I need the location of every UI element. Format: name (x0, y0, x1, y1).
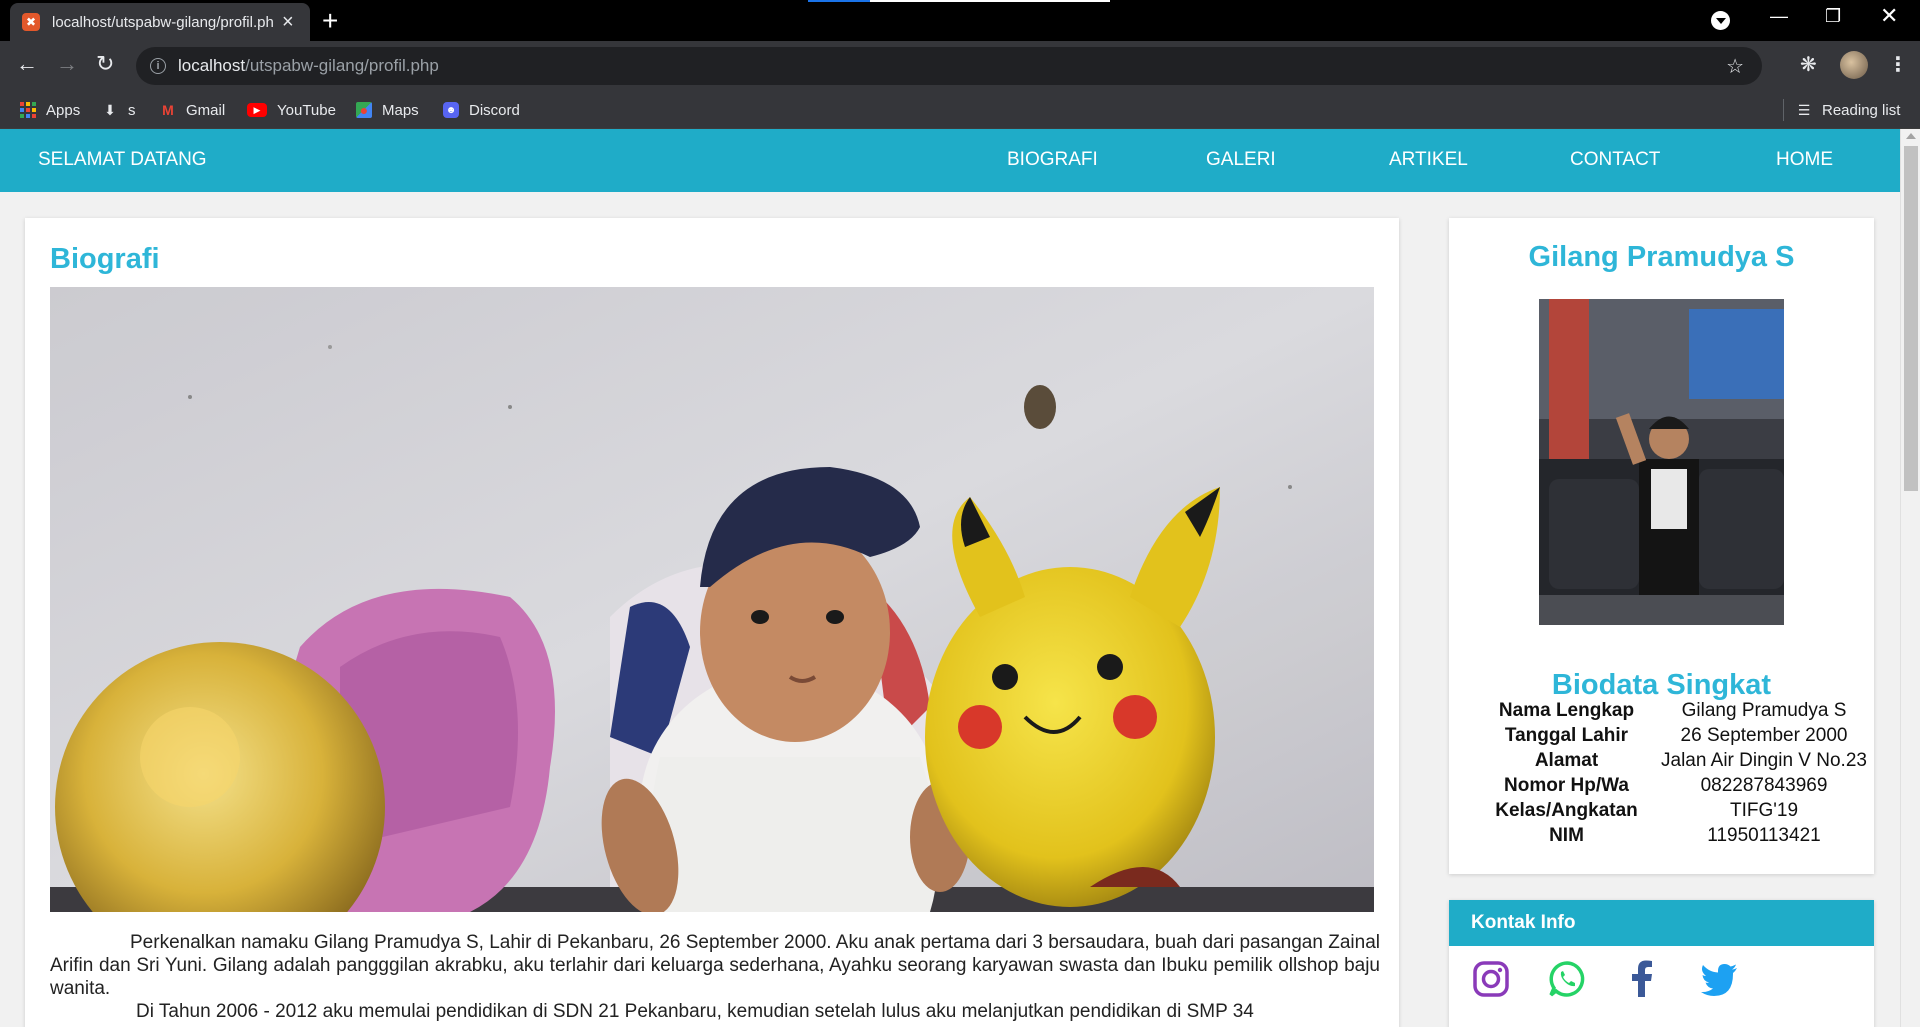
scrollbar-thumb[interactable] (1904, 146, 1918, 491)
twitter-icon[interactable] (1699, 959, 1739, 999)
biodata-label: Nomor Hp/Wa (1504, 774, 1629, 796)
bookmark-label: Apps (46, 101, 81, 119)
bookmark-label: s (128, 101, 136, 119)
page-scrollbar[interactable] (1900, 129, 1920, 1027)
biodata-value: TIFG'19 (1729, 799, 1799, 821)
profile-avatar[interactable] (1840, 51, 1868, 79)
restore-icon[interactable]: ❐ (1825, 6, 1841, 27)
close-window-icon[interactable]: ✕ (1880, 3, 1898, 29)
bookmark-youtube[interactable]: ▶ YouTube (247, 91, 336, 129)
biodata-value: Gilang Pramudya S (1681, 699, 1847, 721)
browser-toolbar: ← → ↻ i localhost /utspabw-gilang/profil… (0, 41, 1920, 91)
bookmark-label: Maps (382, 101, 419, 119)
extensions-icon[interactable]: ❋ (1800, 52, 1817, 77)
url-host: localhost (178, 56, 246, 75)
maps-icon: ● (356, 102, 372, 118)
bookmark-gmail[interactable]: M Gmail (160, 91, 225, 129)
download-icon: ⬇ (104, 101, 116, 118)
forward-icon[interactable]: → (56, 51, 78, 77)
biodata-value: Jalan Air Dingin V No.23 (1661, 749, 1867, 771)
tab-search-icon[interactable] (1711, 11, 1730, 30)
bookmark-discord[interactable]: ☻ Discord (443, 91, 520, 129)
menu-icon[interactable]: ⋮ (1888, 52, 1908, 77)
back-icon[interactable]: ← (16, 51, 38, 77)
tab-title: localhost/utspabw-gilang/profil.php (52, 13, 274, 31)
web-page: SELAMAT DATANG BIOGRAFI GALERI ARTIKEL C… (0, 129, 1920, 1027)
bookmark-apps[interactable]: Apps (20, 91, 80, 129)
biodata-row: Tanggal Lahir 26 September 2000 (1449, 723, 1874, 748)
contact-heading: Kontak Info (1449, 900, 1874, 946)
site-navbar: SELAMAT DATANG BIOGRAFI GALERI ARTIKEL C… (0, 129, 1900, 192)
address-bar[interactable]: i localhost /utspabw-gilang/profil.php ☆ (136, 47, 1762, 85)
biography-paragraph: Perkenalkan namaku Gilang Pramudya S, La… (50, 932, 1380, 999)
childhood-photo-illustration (50, 287, 1374, 912)
whatsapp-icon[interactable] (1547, 959, 1587, 999)
bookmark-star-icon[interactable]: ☆ (1726, 54, 1744, 79)
browser-tab[interactable]: ✖ localhost/utspabw-gilang/profil.php × (10, 3, 310, 41)
facebook-icon[interactable] (1623, 959, 1663, 999)
biodata-label: Kelas/Angkatan (1495, 799, 1638, 821)
xampp-favicon-icon: ✖ (22, 13, 40, 31)
biography-heading: Biografi (50, 243, 160, 275)
nav-link-biografi[interactable]: BIOGRAFI (1007, 149, 1098, 171)
discord-icon: ☻ (443, 102, 459, 118)
reload-icon[interactable]: ↻ (96, 51, 114, 77)
url-path: /utspabw-gilang/profil.php (245, 56, 439, 75)
bookmarks-bar: Apps ⬇ s M Gmail ▶ YouTube ● Maps ☻ Disc… (0, 91, 1920, 129)
reading-list-label: Reading list (1822, 101, 1901, 119)
childhood-photo (50, 287, 1374, 912)
bookmark-label: Discord (469, 101, 520, 119)
nav-link-home[interactable]: HOME (1776, 149, 1833, 171)
reading-list-icon: ☰ (1797, 101, 1811, 118)
biography-paragraph: Di Tahun 2006 - 2012 aku memulai pendidi… (136, 1001, 1254, 1022)
profile-name: Gilang Pramudya S (1528, 241, 1795, 273)
biodata-label: NIM (1549, 824, 1584, 846)
reading-list-button[interactable]: ☰ Reading list (1783, 99, 1900, 121)
bookmark-s[interactable]: ⬇ s (102, 91, 136, 129)
biodata-row: Kelas/Angkatan TIFG'19 (1449, 798, 1874, 823)
contact-card: Kontak Info (1449, 900, 1874, 1027)
bookmark-maps[interactable]: ● Maps (356, 91, 419, 129)
new-tab-icon[interactable]: + (322, 5, 338, 37)
biography-card: Biografi Perkenalkan namaku Gilang Pramu… (25, 218, 1399, 1027)
apps-grid-icon (20, 102, 36, 118)
profile-photo (1539, 299, 1784, 625)
biodata-value: 11950113421 (1707, 824, 1821, 846)
browser-tab-bar: ✖ localhost/utspabw-gilang/profil.php × … (0, 0, 1920, 41)
gmail-icon: M (162, 102, 174, 118)
biodata-label: Tanggal Lahir (1504, 724, 1629, 746)
instagram-icon[interactable] (1471, 959, 1511, 999)
biodata-row: Nama Lengkap Gilang Pramudya S (1449, 698, 1874, 723)
biodata-value: 26 September 2000 (1680, 724, 1848, 746)
minimize-icon[interactable]: — (1770, 6, 1788, 27)
bookmark-label: Gmail (186, 101, 226, 119)
nav-link-contact[interactable]: CONTACT (1570, 149, 1660, 171)
bookmark-label: YouTube (277, 101, 336, 119)
biography-text: Perkenalkan namaku Gilang Pramudya S, La… (50, 931, 1380, 1023)
profile-photo-illustration (1539, 299, 1784, 625)
biodata-value: 082287843969 (1700, 774, 1828, 796)
scroll-up-arrow-icon[interactable] (1906, 133, 1916, 139)
nav-link-artikel[interactable]: ARTIKEL (1389, 149, 1468, 171)
site-info-icon[interactable]: i (150, 58, 166, 74)
tab-close-icon[interactable]: × (282, 11, 294, 34)
biodata-row: Nomor Hp/Wa 082287843969 (1449, 773, 1874, 798)
nav-link-galeri[interactable]: GALERI (1206, 149, 1276, 171)
profile-card: Gilang Pramudya S Biodata Singkat Nama L… (1449, 218, 1874, 874)
youtube-icon: ▶ (247, 103, 267, 117)
biodata-table: Nama Lengkap Gilang Pramudya S Tanggal L… (1449, 698, 1874, 848)
loading-indicator (808, 0, 1110, 2)
site-brand[interactable]: SELAMAT DATANG (38, 149, 207, 171)
biodata-row: Alamat Jalan Air Dingin V No.23 (1449, 748, 1874, 773)
biodata-row: NIM 11950113421 (1449, 823, 1874, 848)
biodata-label: Nama Lengkap (1498, 699, 1635, 721)
biodata-label: Alamat (1534, 749, 1599, 771)
